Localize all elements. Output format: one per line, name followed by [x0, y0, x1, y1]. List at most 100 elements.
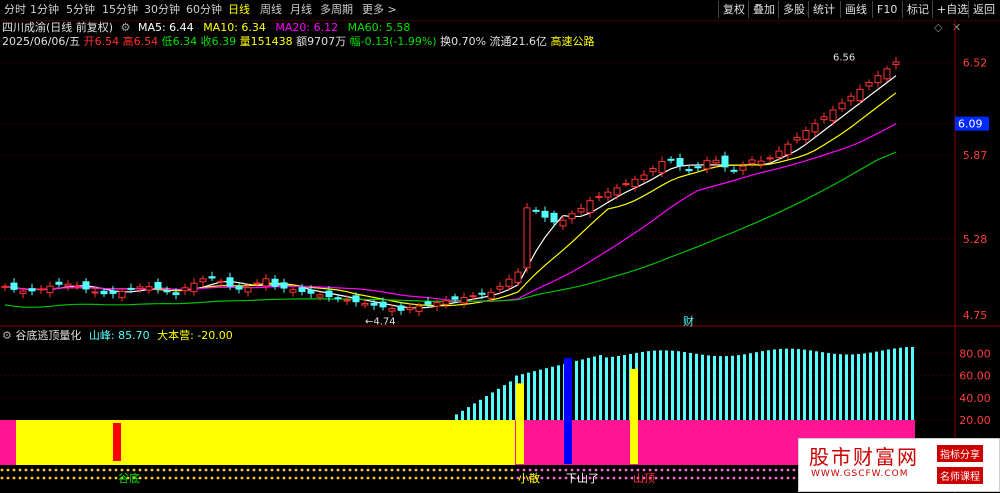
band-dot	[384, 476, 388, 480]
band-dot	[360, 468, 364, 472]
shanfeng-bar	[467, 407, 470, 420]
candle-body	[739, 165, 747, 171]
kline-chart[interactable]: 6.56 ←4.74 财 谷底 小散 下山了 山顶 6.52 6.09 5.87 5.28 4.7…	[0, 0, 1000, 493]
shanfeng-bar	[473, 403, 476, 420]
shanfeng-bar	[533, 371, 536, 420]
band-dot	[330, 476, 334, 480]
band-dot	[132, 468, 136, 472]
band-dot	[66, 468, 70, 472]
candle-body	[118, 290, 126, 299]
band-dot	[300, 476, 304, 480]
band-dot	[330, 468, 334, 472]
band-dot	[24, 468, 28, 472]
candle-body	[874, 75, 882, 84]
band-dot	[552, 476, 556, 480]
band-dot	[198, 476, 202, 480]
candle-body	[127, 287, 135, 290]
band-dot	[648, 468, 652, 472]
band-dot	[684, 476, 688, 480]
band-dot	[462, 476, 466, 480]
candle-body	[631, 178, 639, 188]
candle-body	[757, 160, 765, 165]
band-dot	[84, 476, 88, 480]
indicator-tick-label: 80.00	[959, 347, 991, 360]
shanfeng-bar	[845, 354, 848, 420]
candle-body	[514, 271, 522, 283]
band-dot	[738, 468, 742, 472]
band-dot	[696, 476, 700, 480]
band-dot	[174, 476, 178, 480]
band-dot	[498, 476, 502, 480]
candle-body	[262, 278, 270, 287]
candle-body	[784, 143, 792, 156]
band-dot	[54, 468, 58, 472]
band-dot	[180, 468, 184, 472]
band-dot	[762, 476, 766, 480]
band-dot	[276, 476, 280, 480]
band-dot	[474, 476, 478, 480]
band-dot	[372, 468, 376, 472]
band-dot	[342, 468, 346, 472]
band-dot	[312, 476, 316, 480]
band-dot	[198, 468, 202, 472]
band-dot	[624, 468, 628, 472]
band-dot	[732, 468, 736, 472]
band-dot	[666, 468, 670, 472]
band-dot	[258, 476, 262, 480]
band-dot	[786, 468, 790, 472]
band-dot	[540, 476, 544, 480]
band-dot	[780, 476, 784, 480]
band-dot	[438, 476, 442, 480]
band-dot	[486, 468, 490, 472]
band-dot	[186, 476, 190, 480]
shanfeng-bar	[575, 360, 578, 420]
band-dot	[90, 468, 94, 472]
band-dot	[426, 468, 430, 472]
band-dot	[36, 476, 40, 480]
candle-body	[496, 285, 504, 290]
shanfeng-bar	[899, 347, 902, 420]
candle-body	[505, 278, 513, 287]
candle-body	[433, 302, 441, 307]
band-dot	[156, 468, 160, 472]
band-dot	[324, 476, 328, 480]
band-dot	[42, 468, 46, 472]
shanfeng-bar	[905, 347, 908, 420]
indicator-share-link[interactable]: 指标分享	[937, 445, 983, 462]
shanfeng-bar	[485, 396, 488, 420]
band-dot	[192, 468, 196, 472]
band-dot	[66, 476, 70, 480]
shanding-signal-bar	[630, 368, 638, 464]
band-dot	[258, 468, 262, 472]
candle-body	[748, 159, 756, 164]
band-dot	[36, 468, 40, 472]
band-dot	[282, 468, 286, 472]
shanfeng-bar	[737, 355, 740, 420]
band-dot	[516, 468, 520, 472]
shanding-label: 山顶	[633, 472, 655, 485]
band-dot	[168, 468, 172, 472]
band-dot	[456, 468, 460, 472]
band-dot	[216, 468, 220, 472]
band-dot	[498, 468, 502, 472]
band-dot	[582, 468, 586, 472]
teacher-course-link[interactable]: 名师课程	[937, 467, 983, 484]
candle-body	[181, 287, 189, 292]
shanfeng-bar	[497, 388, 500, 420]
shanfeng-bar	[623, 355, 626, 420]
band-dot	[744, 468, 748, 472]
band-dot	[96, 476, 100, 480]
band-dot	[738, 476, 742, 480]
shanfeng-bar	[731, 355, 734, 420]
shanfeng-bar	[461, 410, 464, 420]
candle-body	[802, 129, 810, 140]
candle-body	[208, 276, 216, 279]
shanfeng-bar	[911, 346, 914, 420]
candle-body	[451, 296, 459, 300]
candle-body	[424, 301, 432, 305]
candle-body	[154, 281, 162, 290]
band-dot	[204, 476, 208, 480]
band-dot	[780, 468, 784, 472]
band-dot	[312, 468, 316, 472]
shanfeng-bar	[593, 356, 596, 420]
